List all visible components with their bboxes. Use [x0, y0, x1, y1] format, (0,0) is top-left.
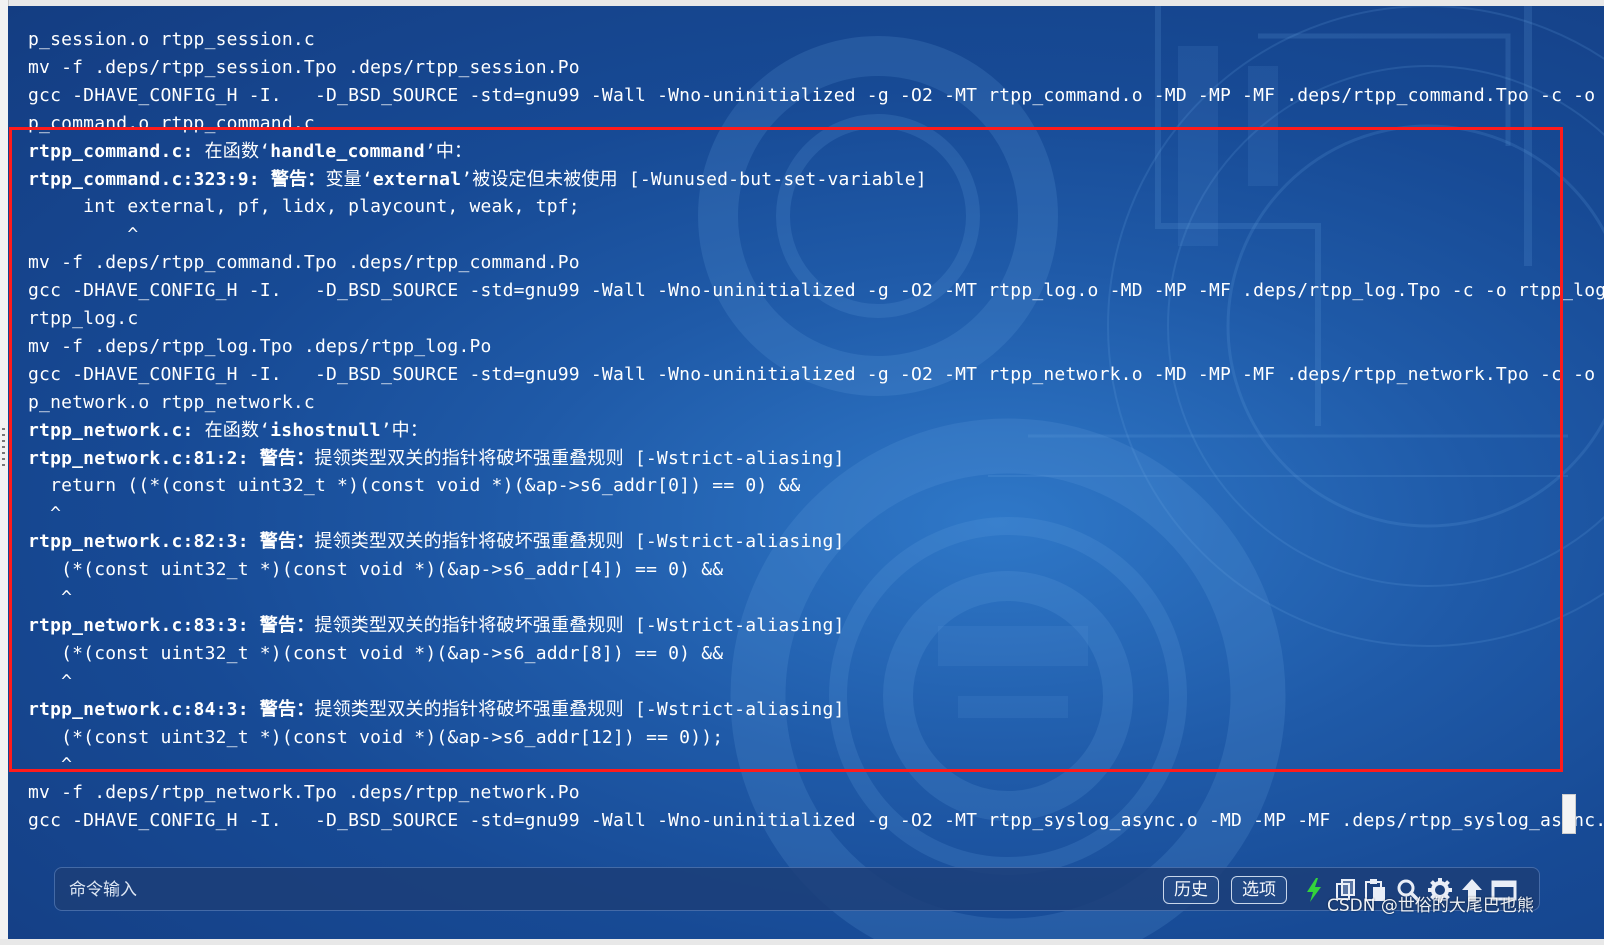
terminal-text: mv -f .deps/rtpp_session.Tpo .deps/rtpp_… — [28, 56, 580, 78]
highlight-annotation-box — [9, 127, 1563, 772]
terminal-text: gcc -DHAVE_CONFIG_H -I. -D_BSD_SOURCE -s… — [28, 84, 1604, 106]
scrollbar-thumb[interactable] — [1562, 794, 1576, 834]
terminal-line: mv -f .deps/rtpp_session.Tpo .deps/rtpp_… — [28, 54, 580, 82]
terminal-text: mv -f .deps/rtpp_network.Tpo .deps/rtpp_… — [28, 782, 580, 804]
history-button[interactable]: 历史 — [1163, 876, 1219, 904]
terminal-line: mv -f .deps/rtpp_network.Tpo .deps/rtpp_… — [28, 779, 580, 807]
options-button[interactable]: 选项 — [1231, 876, 1287, 904]
lightning-icon[interactable] — [1301, 876, 1327, 904]
window-bottom-edge — [0, 939, 1604, 945]
resize-grip[interactable] — [2, 428, 5, 468]
terminal-line: gcc -DHAVE_CONFIG_H -I. -D_BSD_SOURCE -s… — [28, 807, 1604, 835]
terminal-text: gcc -DHAVE_CONFIG_H -I. -D_BSD_SOURCE -s… — [28, 810, 1604, 832]
csdn-watermark: CSDN @世俗的大尾巴也熊 — [1327, 896, 1534, 916]
terminal-text: p_session.o rtpp_session.c — [28, 29, 315, 50]
terminal-line: p_session.o rtpp_session.c — [28, 26, 315, 54]
command-bar: 历史 选项 — [54, 867, 1540, 911]
command-input[interactable] — [67, 874, 1151, 906]
terminal-line: gcc -DHAVE_CONFIG_H -I. -D_BSD_SOURCE -s… — [28, 82, 1604, 110]
